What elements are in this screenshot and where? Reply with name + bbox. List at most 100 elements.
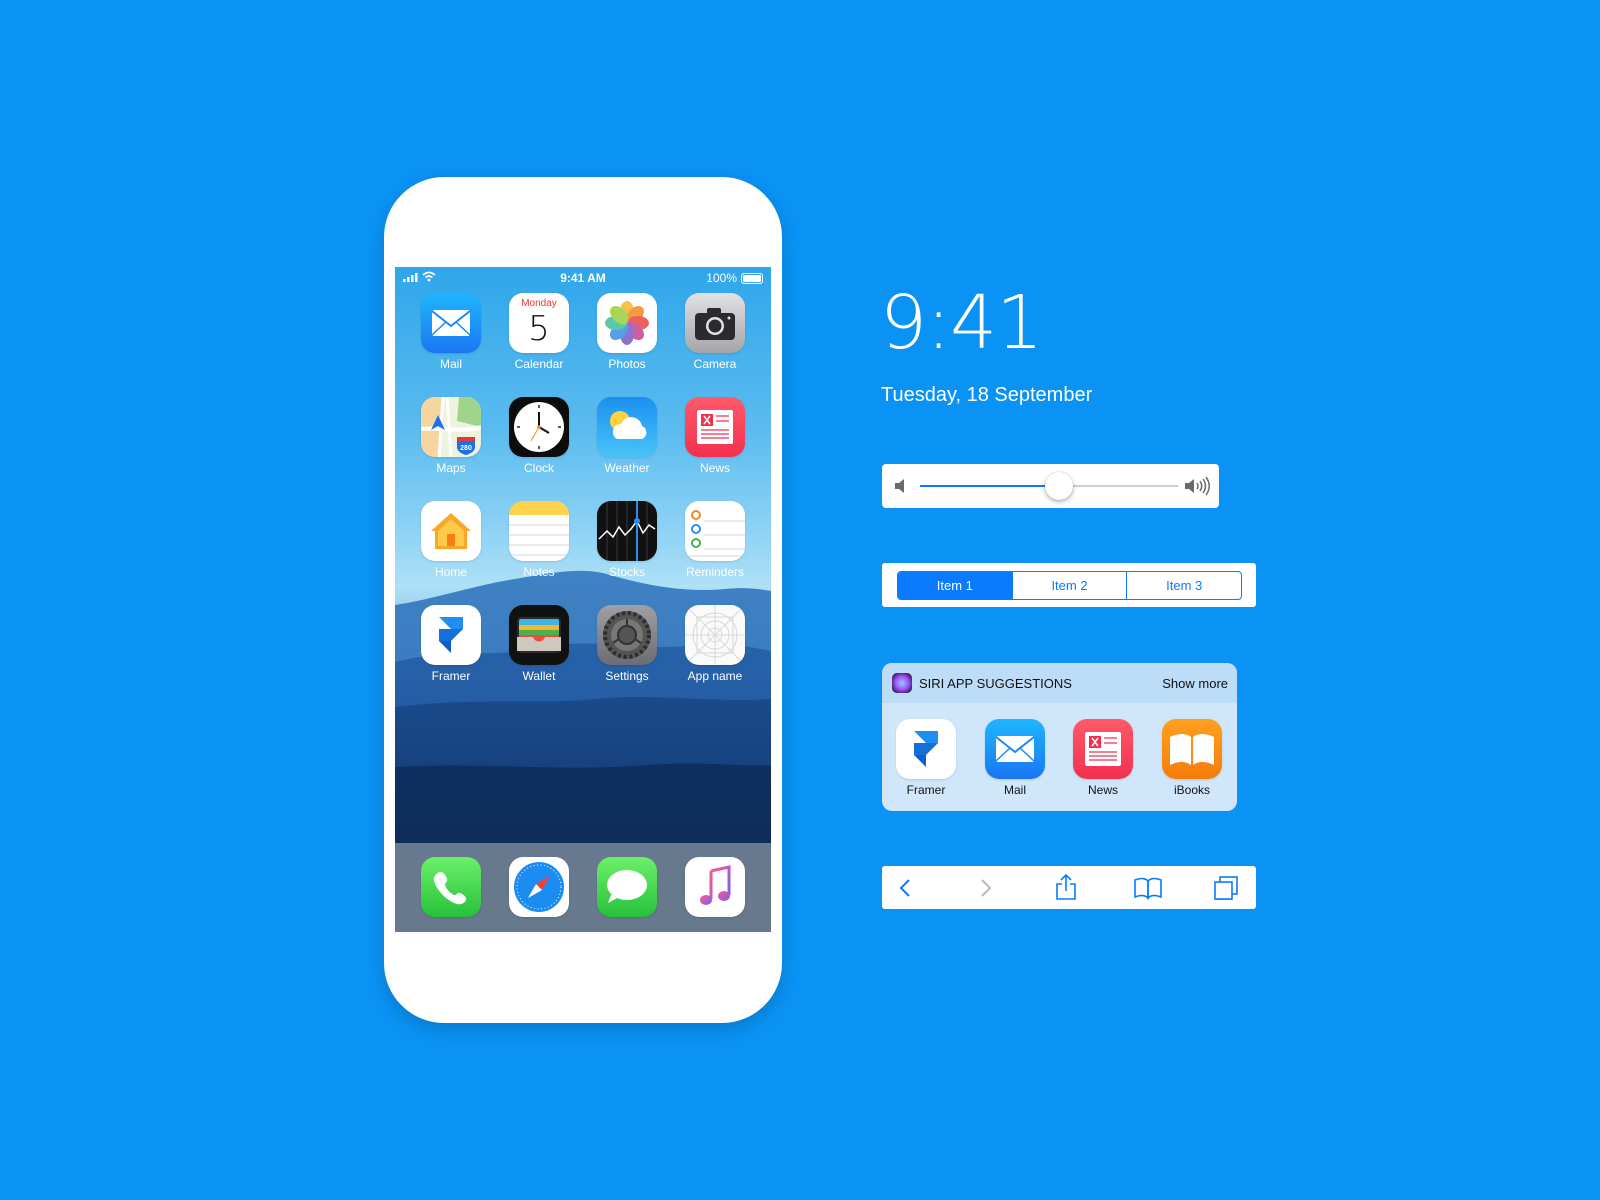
app-stocks[interactable]: Stocks <box>597 501 657 579</box>
app-label: Framer <box>906 783 946 797</box>
dock-safari[interactable] <box>509 857 569 917</box>
clock-icon <box>509 397 569 457</box>
home-screen: 9:41 AM 100% Mail Monday 5 Calendar Phot… <box>395 267 771 932</box>
dock-messages[interactable] <box>597 857 657 917</box>
music-icon <box>685 857 745 917</box>
battery-percent: 100% <box>706 271 737 285</box>
messages-icon <box>597 857 657 917</box>
dock-music[interactable] <box>685 857 745 917</box>
app-label: Mail <box>1003 783 1026 797</box>
app-home[interactable]: Home <box>421 501 481 579</box>
phone-icon <box>421 857 481 917</box>
mail-icon <box>421 293 481 353</box>
dock <box>395 843 771 932</box>
app-label: Maps <box>436 461 466 475</box>
volume-max-icon <box>1185 476 1210 496</box>
app-framer[interactable]: Framer <box>421 605 481 683</box>
forward-icon[interactable] <box>975 876 995 900</box>
segmented-control: Item 1 Item 2 Item 3 <box>897 571 1242 600</box>
bookmarks-icon[interactable] <box>1133 876 1163 900</box>
notes-icon <box>509 501 569 561</box>
dock-phone[interactable] <box>421 857 481 917</box>
app-label: iBooks <box>1173 783 1211 797</box>
siri-suggestions-widget: SIRI APP SUGGESTIONS Show more Framer Ma… <box>882 663 1237 811</box>
safari-icon <box>509 857 569 917</box>
calendar-icon: Monday 5 <box>509 293 569 353</box>
framer-icon <box>421 605 481 665</box>
app-label: Photos <box>608 357 646 371</box>
volume-min-icon <box>895 479 904 493</box>
lock-date: Tuesday, 18 September <box>881 384 1093 406</box>
app-label: Reminders <box>685 565 745 579</box>
app-label: Weather <box>604 461 650 475</box>
segment-item-3[interactable]: Item 3 <box>1126 572 1241 599</box>
app-label: News <box>1087 783 1118 797</box>
show-more-button[interactable]: Show more <box>1162 676 1228 691</box>
share-icon[interactable] <box>1054 873 1078 901</box>
app-template[interactable]: App name <box>685 605 745 683</box>
app-notes[interactable]: Notes <box>509 501 569 579</box>
volume-fill <box>920 485 1060 487</box>
battery-icon <box>741 273 763 284</box>
calendar-day: Monday <box>521 298 557 309</box>
app-label: Mail <box>439 357 462 371</box>
home-icon <box>421 501 481 561</box>
siri-icon <box>892 673 912 693</box>
tabs-icon[interactable] <box>1212 875 1240 901</box>
phone-frame: 9:41 AM 100% Mail Monday 5 Calendar Phot… <box>384 177 782 1023</box>
lock-time: 9:41 <box>880 280 1043 366</box>
siri-title: SIRI APP SUGGESTIONS <box>919 676 1072 691</box>
segment-item-1[interactable]: Item 1 <box>898 572 1012 599</box>
app-template-icon <box>685 605 745 665</box>
framer-icon <box>896 719 956 779</box>
app-label: App name <box>687 669 743 683</box>
app-label: Camera <box>693 357 737 371</box>
ibooks-icon <box>1162 719 1222 779</box>
stocks-icon <box>597 501 657 561</box>
app-weather[interactable]: Weather <box>597 397 657 475</box>
settings-icon <box>597 605 657 665</box>
app-mail[interactable]: Mail <box>421 293 481 371</box>
volume-track[interactable] <box>920 472 1178 500</box>
volume-slider[interactable] <box>882 464 1219 508</box>
app-calendar[interactable]: Monday 5 Calendar <box>509 293 569 371</box>
news-icon <box>685 397 745 457</box>
photos-icon <box>597 293 657 353</box>
segment-item-2[interactable]: Item 2 <box>1011 572 1127 599</box>
siri-app-ibooks[interactable]: iBooks <box>1162 719 1222 797</box>
back-icon[interactable] <box>896 876 916 900</box>
app-label: Clock <box>523 461 554 475</box>
app-camera[interactable]: Camera <box>685 293 745 371</box>
siri-app-framer[interactable]: Framer <box>896 719 956 797</box>
siri-app-news[interactable]: News <box>1073 719 1133 797</box>
siri-app-mail[interactable]: Mail <box>985 719 1045 797</box>
app-clock[interactable]: Clock <box>509 397 569 475</box>
volume-knob[interactable] <box>1045 472 1074 500</box>
app-label: News <box>699 461 730 475</box>
status-bar: 9:41 AM 100% <box>395 267 771 289</box>
app-label: Stocks <box>608 565 645 579</box>
app-label: Notes <box>523 565 555 579</box>
app-label: Calendar <box>514 357 564 371</box>
app-reminders[interactable]: Reminders <box>685 501 745 579</box>
app-photos[interactable]: Photos <box>597 293 657 371</box>
calendar-date: 5 <box>528 309 550 349</box>
app-news[interactable]: News <box>685 397 745 475</box>
app-label: Home <box>434 565 467 579</box>
app-maps[interactable]: 280 Maps <box>421 397 481 475</box>
maps-badge-text: 280 <box>460 445 472 452</box>
siri-header: SIRI APP SUGGESTIONS Show more <box>882 663 1237 703</box>
app-label: Framer <box>431 669 471 683</box>
mail-icon <box>985 719 1045 779</box>
app-settings[interactable]: Settings <box>597 605 657 683</box>
camera-icon <box>685 293 745 353</box>
weather-icon <box>597 397 657 457</box>
app-wallet[interactable]: Wallet <box>509 605 569 683</box>
news-icon <box>1073 719 1133 779</box>
browser-toolbar <box>882 866 1256 909</box>
wallet-icon <box>509 605 569 665</box>
maps-icon: 280 <box>421 397 481 457</box>
app-label: Wallet <box>522 669 556 683</box>
reminders-icon <box>685 501 745 561</box>
segmented-control-card: Item 1 Item 2 Item 3 <box>882 563 1256 607</box>
